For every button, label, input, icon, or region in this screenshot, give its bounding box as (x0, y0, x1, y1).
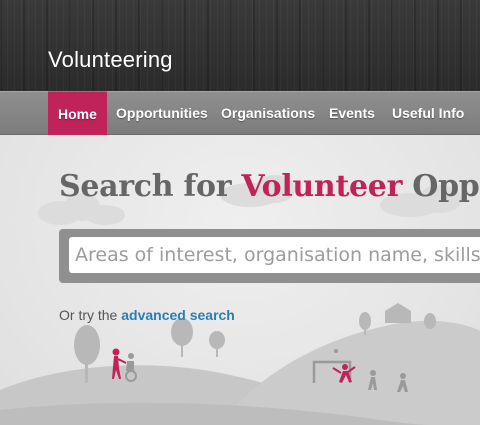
search-input[interactable] (69, 237, 480, 273)
nav-item-opportunities[interactable]: Opportunities (116, 92, 208, 134)
advanced-search-prefix: Or try the (59, 307, 122, 323)
advanced-search-link[interactable]: advanced search (121, 307, 235, 323)
headline-text-start: Search for (59, 169, 242, 204)
hero-headline: Search for Volunteer Opportunities (59, 169, 480, 204)
main-nav: Home Opportunities Organisations Events … (0, 91, 480, 135)
headline-accent-word: Volunteer (241, 169, 403, 204)
headline-text-end: Opportunities (412, 169, 480, 204)
nav-item-organisations[interactable]: Organisations (221, 92, 315, 134)
search-box (59, 229, 480, 283)
site-header: Volunteering (0, 0, 480, 91)
hero-section: Search for Volunteer Opportunities Or tr… (0, 135, 480, 425)
nav-item-useful-info[interactable]: Useful Info (392, 92, 464, 134)
nav-item-events[interactable]: Events (329, 92, 375, 134)
nav-item-home[interactable]: Home (48, 91, 107, 135)
advanced-search-prompt: Or try the advanced search (59, 307, 235, 323)
site-title-link[interactable]: Volunteering (48, 47, 173, 73)
